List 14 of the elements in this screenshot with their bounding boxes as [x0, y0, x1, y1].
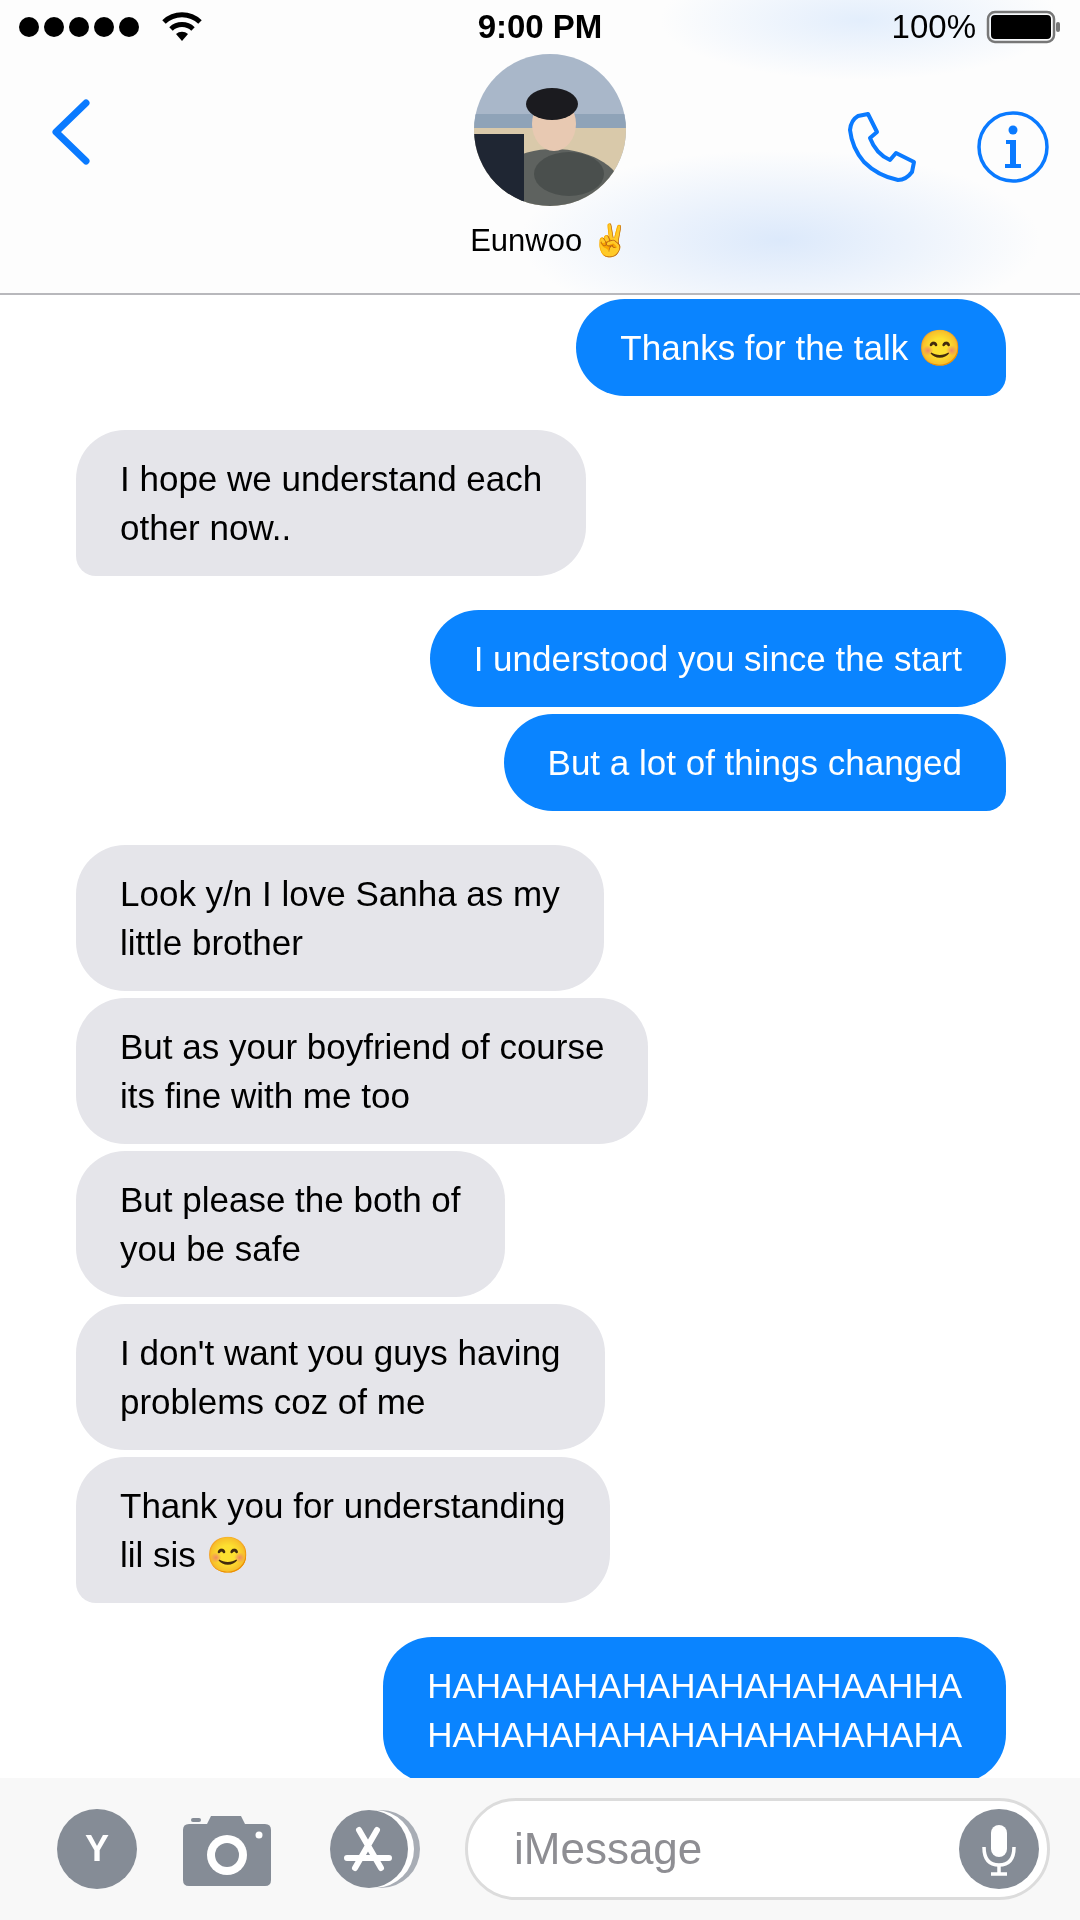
message-bubble: I hope we understand each other now.. [76, 430, 587, 576]
battery-percent: 100% [891, 8, 976, 46]
message-bubble: But as your boyfriend of course its fine with me too [76, 998, 649, 1144]
message-bubble: HAHAHAHAHAHAHAHAHAAHHA HAHAHAHAHAHAHAHAHAHAHA [383, 1637, 1006, 1778]
message-bubble: Look y/n I love Sanha as my little brother [76, 845, 604, 991]
message-bubble: But a lot of things changed [503, 714, 1006, 811]
status-time: 9:00 PM [477, 8, 603, 46]
message-bubble: Thank you for understanding lil sis 😊 [76, 1457, 610, 1603]
message-bubble: I don't want you guys having problems coz of me [76, 1304, 605, 1450]
contact-name[interactable]: Eunwoo ✌ [470, 222, 630, 259]
message-field[interactable]: iMessage [465, 1798, 1050, 1900]
message-bubble: But please the both of you be safe [76, 1151, 505, 1297]
message-bubble: I understood you since the start [429, 610, 1006, 707]
message-bubble: Thanks for the talk 😊 [576, 299, 1006, 396]
